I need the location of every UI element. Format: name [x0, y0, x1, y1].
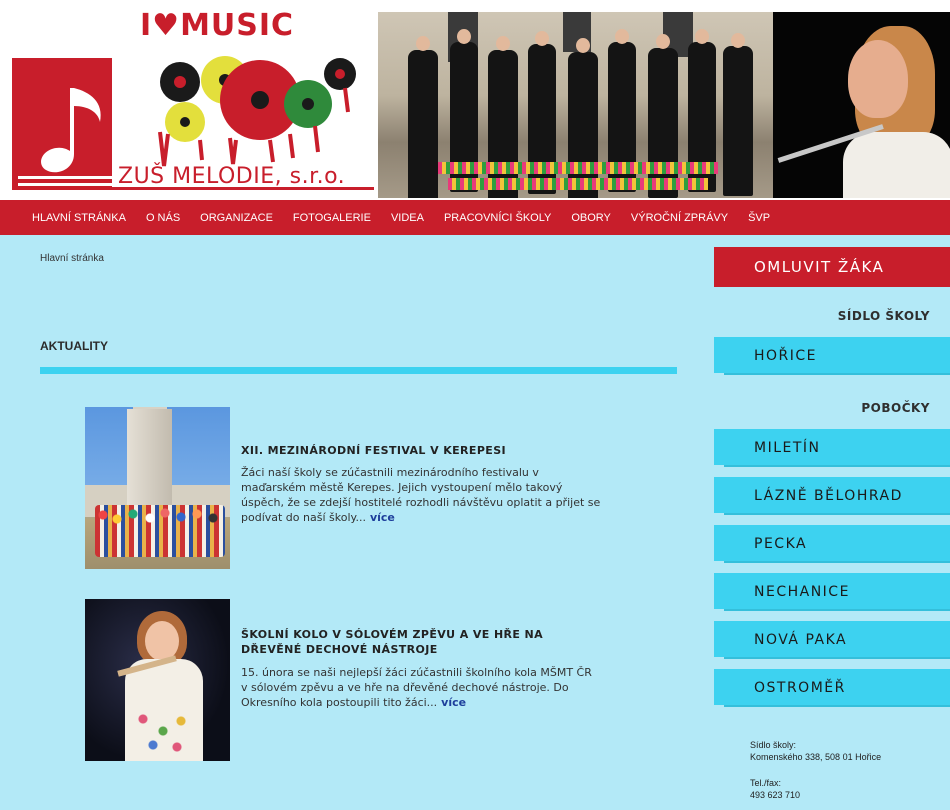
nav-staff[interactable]: PRACOVNÍCI ŠKOLY [444, 212, 551, 224]
nav-fields[interactable]: OBORY [571, 212, 611, 224]
main-navigation: HLAVNÍ STRÁNKA O NÁS ORGANIZACE FOTOGALE… [0, 200, 950, 235]
breadcrumb[interactable]: Hlavní stránka [40, 253, 104, 264]
read-more-link[interactable]: více [441, 696, 466, 709]
site-header: I♥MUSIC ZUŠ MELODIE, s.r.o. [0, 0, 950, 200]
nav-svp[interactable]: ŠVP [748, 212, 770, 224]
address-label: Sídlo školy: [750, 740, 797, 750]
header-photo-flutist [773, 12, 950, 198]
news-thumbnail[interactable] [85, 407, 230, 569]
news-excerpt-text: Žáci naší školy se zúčastnili mezinárodn… [241, 466, 601, 524]
logo-stripe [18, 176, 112, 179]
branch-miletin[interactable]: MILETÍN [714, 429, 950, 467]
branch-nechanice[interactable]: NECHANICE [714, 573, 950, 611]
read-more-link[interactable]: více [370, 511, 395, 524]
dripping-records-illustration [158, 56, 356, 167]
news-thumbnail[interactable] [85, 599, 230, 761]
excuse-student-button[interactable]: OMLUVIT ŽÁKA [714, 247, 950, 287]
contact-address: Sídlo školy: Komenského 338, 508 01 Hoři… [750, 739, 881, 763]
news-excerpt-text: 15. února se naši nejlepší žáci zúčastni… [241, 666, 592, 709]
section-title: AKTUALITY [40, 339, 108, 353]
logo-tagline-prefix: I [140, 8, 153, 43]
nav-photo-gallery[interactable]: FOTOGALERIE [293, 212, 371, 224]
branch-lazne-belohrad[interactable]: LÁZNĚ BĚLOHRAD [714, 477, 950, 515]
branch-pecka[interactable]: PECKA [714, 525, 950, 563]
i-love-music-logo: I♥MUSIC [140, 8, 294, 43]
nav-annual-reports[interactable]: VÝROČNÍ ZPRÁVY [631, 212, 728, 224]
branch-horice[interactable]: HOŘICE [714, 337, 950, 375]
contact-phone: Tel./fax: 493 623 710 [750, 777, 800, 801]
hq-heading: SÍDLO ŠKOLY [837, 309, 930, 323]
news-excerpt: 15. února se naši nejlepší žáci zúčastni… [241, 665, 601, 710]
nav-home[interactable]: HLAVNÍ STRÁNKA [32, 212, 126, 224]
phone-value: 493 623 710 [750, 790, 801, 800]
branch-nova-paka[interactable]: NOVÁ PAKA [714, 621, 950, 659]
news-title[interactable]: XII. MEZINÁRODNÍ FESTIVAL V KEREPESI [241, 443, 641, 458]
content-area: Hlavní stránka AKTUALITY XII. MEZINÁRODN… [0, 235, 950, 810]
music-note-icon [41, 88, 101, 173]
header-photo-group [378, 12, 773, 198]
school-name: ZUŠ MELODIE, s.r.o. [118, 164, 346, 189]
branch-ostromer[interactable]: OSTROMĚŘ [714, 669, 950, 707]
heart-icon: ♥ [152, 8, 181, 43]
nav-about[interactable]: O NÁS [146, 212, 180, 224]
logo-note-mark[interactable] [12, 58, 112, 190]
section-divider [40, 367, 677, 374]
logo-tagline-suffix: MUSIC [180, 8, 295, 43]
branches-heading: POBOČKY [861, 401, 930, 415]
nav-videos[interactable]: VIDEA [391, 212, 424, 224]
address-value: Komenského 338, 508 01 Hořice [750, 752, 882, 762]
news-title[interactable]: ŠKOLNÍ KOLO V SÓLOVÉM ZPĚVU A VE HŘE NA … [241, 627, 561, 657]
phone-label: Tel./fax: [750, 778, 782, 788]
news-excerpt: Žáci naší školy se zúčastnili mezinárodn… [241, 465, 601, 525]
nav-organization[interactable]: ORGANIZACE [200, 212, 273, 224]
logo-stripe [18, 183, 112, 186]
